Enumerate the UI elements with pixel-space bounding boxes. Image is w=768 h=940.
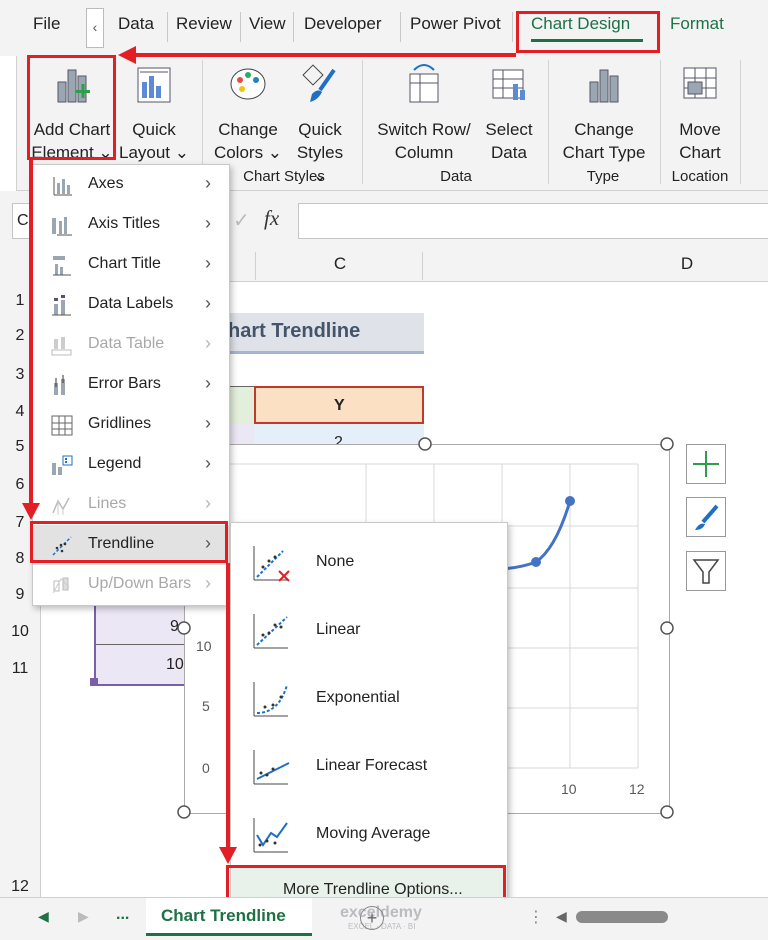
menu-item-error-bars[interactable]: Error Bars › <box>33 365 229 405</box>
axes-icon <box>53 177 72 196</box>
resize-handle <box>177 805 191 819</box>
trendline-exponential-option[interactable]: Exponential <box>231 663 507 731</box>
resize-handle <box>660 621 674 635</box>
menu-item-lines: Lines › <box>33 485 229 525</box>
y-tick-label: 10 <box>196 638 212 654</box>
trendline-none-option[interactable]: None <box>231 527 507 595</box>
series-point <box>565 496 575 506</box>
menu-item-label: Chart Title <box>88 255 161 272</box>
y-tick-label: 5 <box>202 698 210 714</box>
hscroll-left-icon[interactable]: ◀ <box>556 908 567 925</box>
filter-icon <box>692 559 720 584</box>
lines-icon <box>52 497 70 515</box>
trendline-linear-option[interactable]: Linear <box>231 595 507 663</box>
menu-item-label: Legend <box>88 455 142 472</box>
gridlines-icon <box>51 415 73 436</box>
chevron-right-icon: › <box>205 373 211 393</box>
chevron-right-icon: › <box>205 173 211 193</box>
chart-title-icon <box>53 256 71 276</box>
chevron-right-icon: › <box>205 453 211 473</box>
trendline-linear-forecast-option[interactable]: Linear Forecast <box>231 731 507 799</box>
menu-item-label: Axes <box>88 175 124 192</box>
sheet-tab-bar: ◀ ▶ ... Chart Trendline exceldemy EXCEL … <box>0 897 768 940</box>
trendline-option-label: None <box>316 553 355 570</box>
menu-item-chart-title[interactable]: Chart Title › <box>33 245 229 285</box>
series-point <box>531 557 541 567</box>
trendline-option-label: Linear Forecast <box>316 757 428 774</box>
menu-item-axes[interactable]: Axes › <box>33 165 229 205</box>
data-labels-icon <box>52 295 71 316</box>
trendline-submenu: None Linear Exponential Linear Forecast … <box>230 522 508 912</box>
resize-handle <box>660 437 674 451</box>
menu-item-legend[interactable]: Legend › <box>33 445 229 485</box>
chevron-right-icon: › <box>205 293 211 313</box>
menu-item-label: Lines <box>88 495 127 512</box>
more-sheets-button[interactable]: ... <box>116 906 129 924</box>
scroll-left-icon[interactable]: ◀ <box>38 908 49 925</box>
menu-item-axis-titles[interactable]: Axis Titles › <box>33 205 229 245</box>
chevron-right-icon: › <box>205 333 211 353</box>
menu-item-up-down-bars: Up/Down Bars › <box>33 565 229 605</box>
error-bars-icon <box>54 375 65 395</box>
trendline-option-label: Moving Average <box>316 825 431 842</box>
y-tick-label: 0 <box>202 760 210 776</box>
resize-handle <box>418 437 432 451</box>
trendline-option-label: Linear <box>316 621 361 638</box>
menu-item-gridlines[interactable]: Gridlines › <box>33 405 229 445</box>
menu-item-label: Axis Titles <box>88 215 161 232</box>
add-sheet-icon[interactable]: + <box>360 906 384 930</box>
brush-icon <box>695 504 719 530</box>
sheet-tab-label: Chart Trendline <box>161 906 286 925</box>
data-table-icon <box>51 337 72 356</box>
trendline-moving-average-option[interactable]: Moving Average <box>231 799 507 867</box>
resize-handle <box>660 805 674 819</box>
drag-handle-icon[interactable]: ⋮ <box>528 907 544 927</box>
chevron-right-icon: › <box>205 213 211 233</box>
axis-titles-icon <box>52 217 72 236</box>
linear-trend-icon <box>253 614 288 649</box>
sheet-tab-chart-trendline[interactable]: Chart Trendline <box>146 898 312 936</box>
menu-item-label: Data Table <box>88 335 165 352</box>
trendline-highlight <box>30 521 228 563</box>
resize-handle <box>177 621 191 635</box>
up-down-bars-icon <box>52 577 70 594</box>
x-tick-label: 10 <box>561 781 577 797</box>
menu-item-label: Gridlines <box>88 415 152 432</box>
scroll-right-icon[interactable]: ▶ <box>78 908 89 925</box>
moving-average-icon <box>253 818 288 853</box>
trendline-option-label: Exponential <box>316 689 400 706</box>
menu-item-label: Data Labels <box>88 295 174 312</box>
legend-icon <box>52 455 73 475</box>
menu-item-data-table: Data Table › <box>33 325 229 365</box>
linear-forecast-icon <box>253 750 290 785</box>
menu-item-label: Error Bars <box>88 375 161 392</box>
chart-styles-button[interactable] <box>686 497 726 537</box>
plus-icon <box>693 451 719 477</box>
menu-item-label: Up/Down Bars <box>88 575 192 592</box>
chart-elements-button[interactable] <box>686 444 726 484</box>
chevron-right-icon: › <box>205 413 211 433</box>
chevron-right-icon: › <box>205 573 211 593</box>
chevron-right-icon: › <box>205 493 211 513</box>
exponential-trend-icon <box>253 682 288 717</box>
menu-item-data-labels[interactable]: Data Labels › <box>33 285 229 325</box>
horizontal-scrollbar[interactable] <box>576 911 668 923</box>
chart-filters-button[interactable] <box>686 551 726 591</box>
x-tick-label: 12 <box>629 781 645 797</box>
trendline-none-icon <box>253 546 290 582</box>
chevron-right-icon: › <box>205 253 211 273</box>
